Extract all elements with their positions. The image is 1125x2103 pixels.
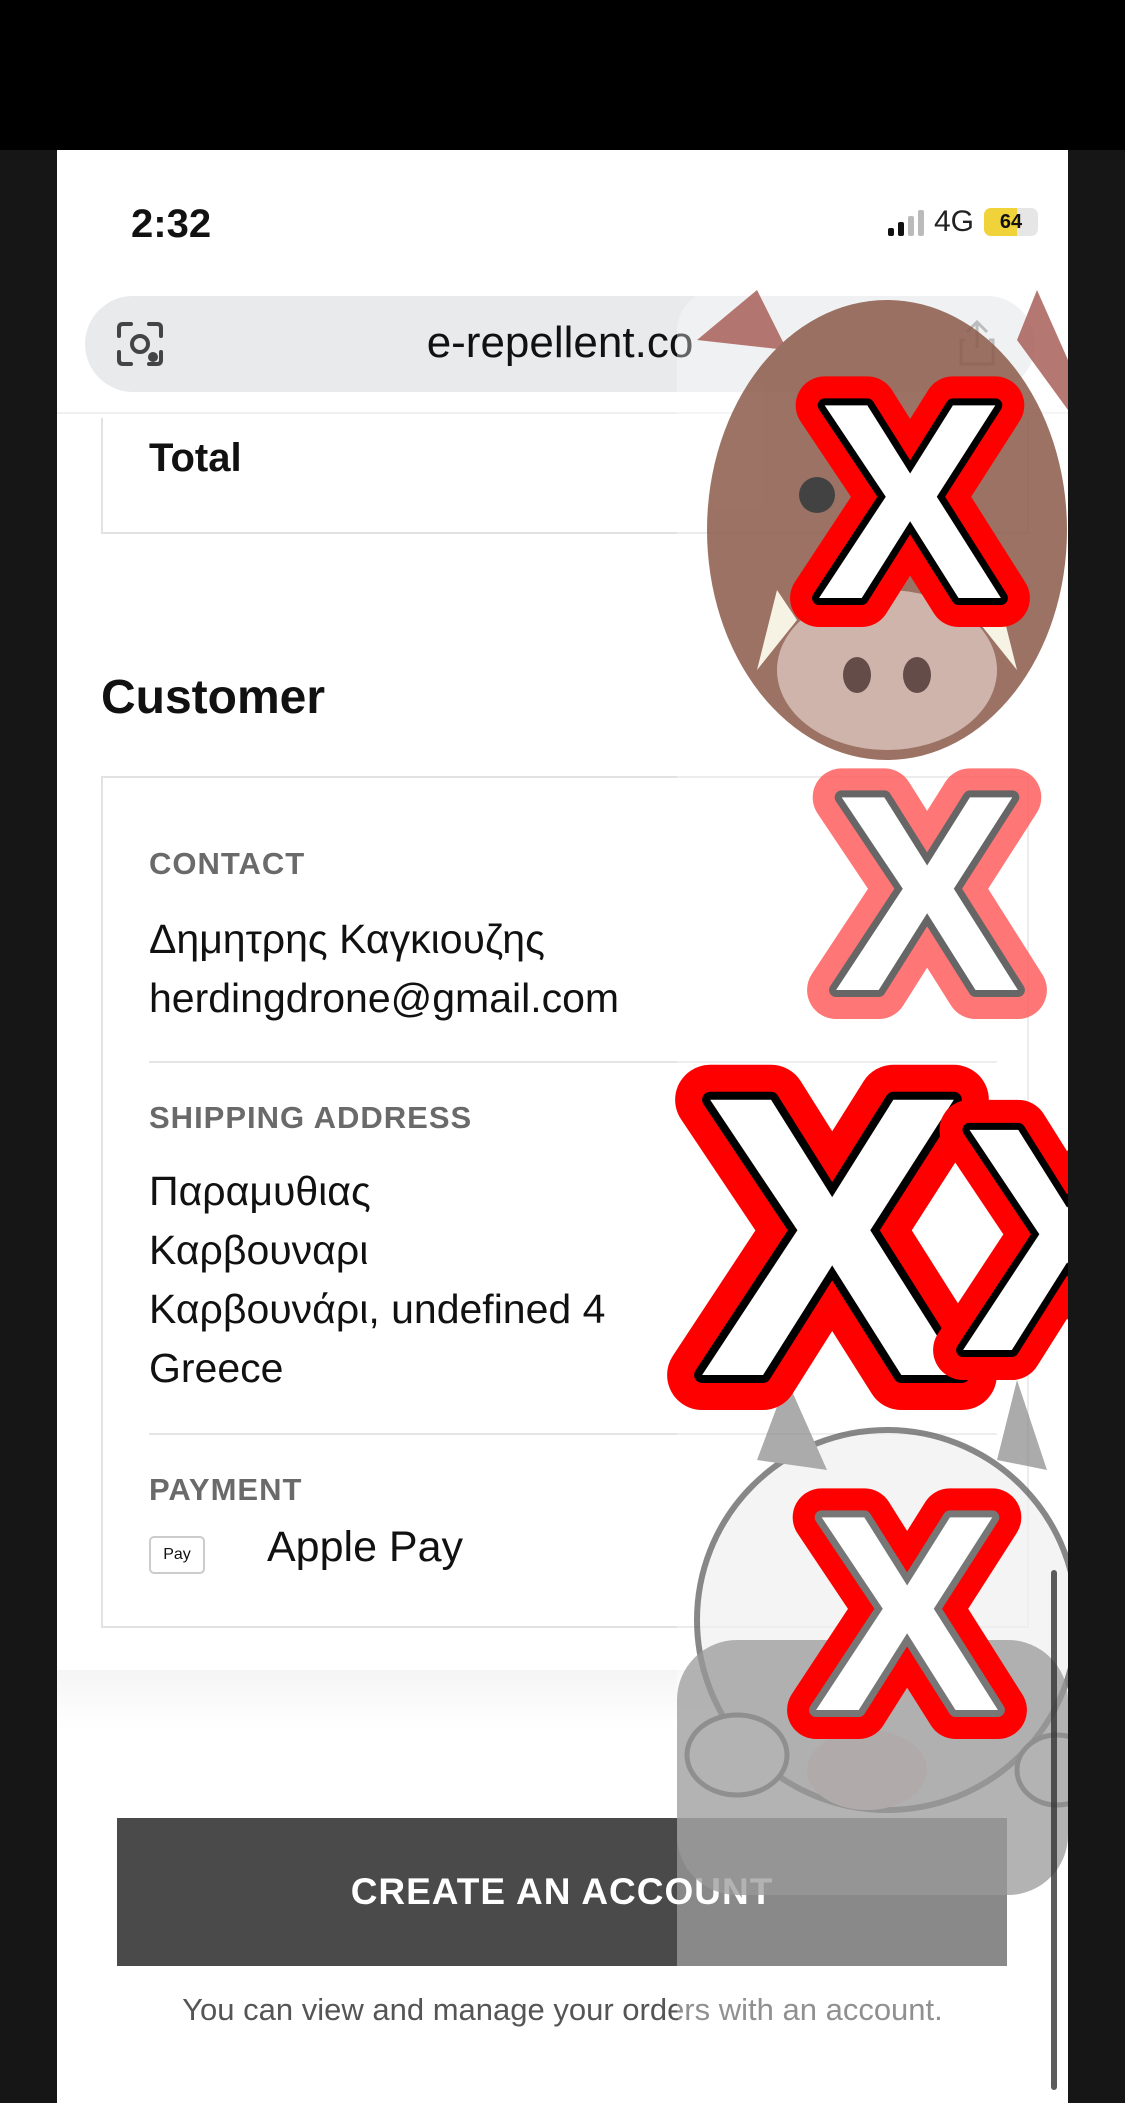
status-bar: 2:32 4G 64 [57,150,1068,290]
payment-method: Apple Pay [267,1523,464,1571]
battery-level: 64 [999,210,1023,233]
create-account-button[interactable]: CREATE AN ACCOUNT [117,1818,1007,1966]
customer-info-box: CONTACT Δημητρης Καγκιουζης herdingdrone… [101,776,1029,1628]
apple-pay-badge-text: Pay [163,1546,191,1563]
shipping-address-label: SHIPPING ADDRESS [149,1100,473,1135]
share-icon[interactable] [957,318,997,368]
url-text[interactable]: e-repellent.co [85,318,1035,368]
header-divider [57,412,1068,414]
battery-icon: 64 [984,208,1038,236]
contact-name: Δημητρης Καγκιουζης [149,916,545,962]
address-line-3: Καρβουνάρι, undefined 4 [149,1286,606,1332]
clock: 2:32 [131,202,212,246]
signal-icon [887,208,924,236]
apple-pay-icon: Pay [149,1536,205,1574]
customer-section-title: Customer [101,671,326,724]
phone-screen: 2:32 4G 64 e-repellent.co Total Customer… [57,150,1068,2103]
network-type: 4G [933,205,974,238]
contact-email: herdingdrone@gmail.com [149,975,620,1021]
section-divider [149,1061,997,1063]
address-line-1: Παραμυθιας [149,1168,371,1214]
total-label: Total [149,436,242,480]
account-help-text: You can view and manage your orders with… [182,1992,943,2027]
address-country: Greece [149,1345,284,1391]
payment-label: PAYMENT [149,1472,303,1507]
order-total-box: Total [101,418,1029,534]
contact-label: CONTACT [149,846,306,881]
status-indicators: 4G 64 [887,205,1038,239]
address-bar[interactable]: e-repellent.co [85,296,1035,392]
device-bezel-left [0,150,57,2103]
section-divider [149,1433,997,1435]
device-bezel-right [1068,150,1125,2103]
address-line-2: Καρβουναρι [149,1227,369,1273]
